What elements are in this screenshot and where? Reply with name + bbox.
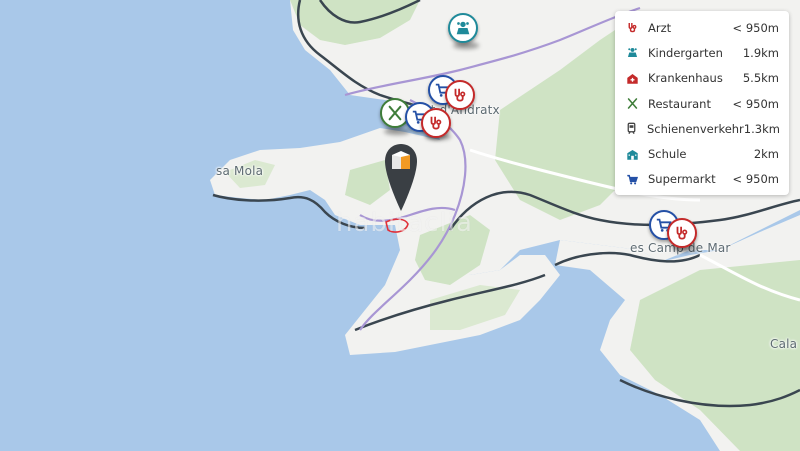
doctor-icon bbox=[625, 21, 639, 35]
poi-kindergarten[interactable] bbox=[448, 13, 478, 43]
poi-doctor[interactable] bbox=[421, 108, 451, 138]
kindergarten-icon bbox=[625, 46, 639, 60]
place-label-cala: Cala bbox=[770, 337, 798, 351]
legend-distance: 5.5km bbox=[742, 71, 779, 86]
legend-label: Restaurant bbox=[648, 96, 711, 111]
legend-distance: < 950m bbox=[732, 172, 779, 187]
restaurant-icon bbox=[625, 97, 639, 111]
legend-distance: < 950m bbox=[732, 20, 779, 35]
legend-row-schule[interactable]: Schule 2km bbox=[615, 141, 789, 166]
legend-label: Schienenverkehr bbox=[647, 121, 744, 136]
doctor-icon bbox=[430, 116, 442, 130]
poi-shadow bbox=[384, 128, 410, 135]
legend-row-arzt[interactable]: Arzt < 950m bbox=[615, 15, 789, 40]
poi-doctor[interactable] bbox=[445, 80, 475, 110]
legend-row-kindergarten[interactable]: Kindergarten 1.9km bbox=[615, 40, 789, 65]
place-label-sa-mola: sa Mola bbox=[216, 164, 264, 178]
legend-distance: 1.3km bbox=[743, 121, 780, 136]
legend-label: Kindergarten bbox=[648, 45, 723, 60]
poi-legend: Arzt < 950m Kindergarten 1.9km Krankenha… bbox=[615, 11, 789, 195]
legend-label: Supermarkt bbox=[648, 172, 716, 187]
doctor-icon bbox=[454, 88, 466, 102]
legend-row-schienenverkehr[interactable]: Schienenverkehr 1.3km bbox=[615, 116, 789, 141]
legend-label: Schule bbox=[648, 147, 687, 162]
legend-label: Krankenhaus bbox=[648, 71, 723, 86]
hospital-icon bbox=[625, 71, 639, 85]
legend-label: Arzt bbox=[648, 20, 672, 35]
poi-shadow bbox=[453, 42, 479, 49]
legend-distance: 1.9km bbox=[742, 45, 779, 60]
school-icon bbox=[625, 147, 639, 161]
legend-row-restaurant[interactable]: Restaurant < 950m bbox=[615, 91, 789, 116]
legend-row-krankenhaus[interactable]: Krankenhaus 5.5km bbox=[615, 66, 789, 91]
doctor-icon bbox=[676, 226, 688, 240]
property-location-marker[interactable] bbox=[383, 143, 419, 213]
supermarket-icon bbox=[625, 172, 639, 186]
train-icon bbox=[625, 122, 638, 136]
legend-distance: < 950m bbox=[732, 96, 779, 111]
kindergarten-icon bbox=[456, 21, 470, 35]
restaurant-icon bbox=[388, 105, 402, 121]
legend-row-supermarkt[interactable]: Supermarkt < 950m bbox=[615, 167, 789, 192]
legend-distance: 2km bbox=[753, 147, 779, 162]
poi-doctor[interactable] bbox=[667, 218, 697, 248]
